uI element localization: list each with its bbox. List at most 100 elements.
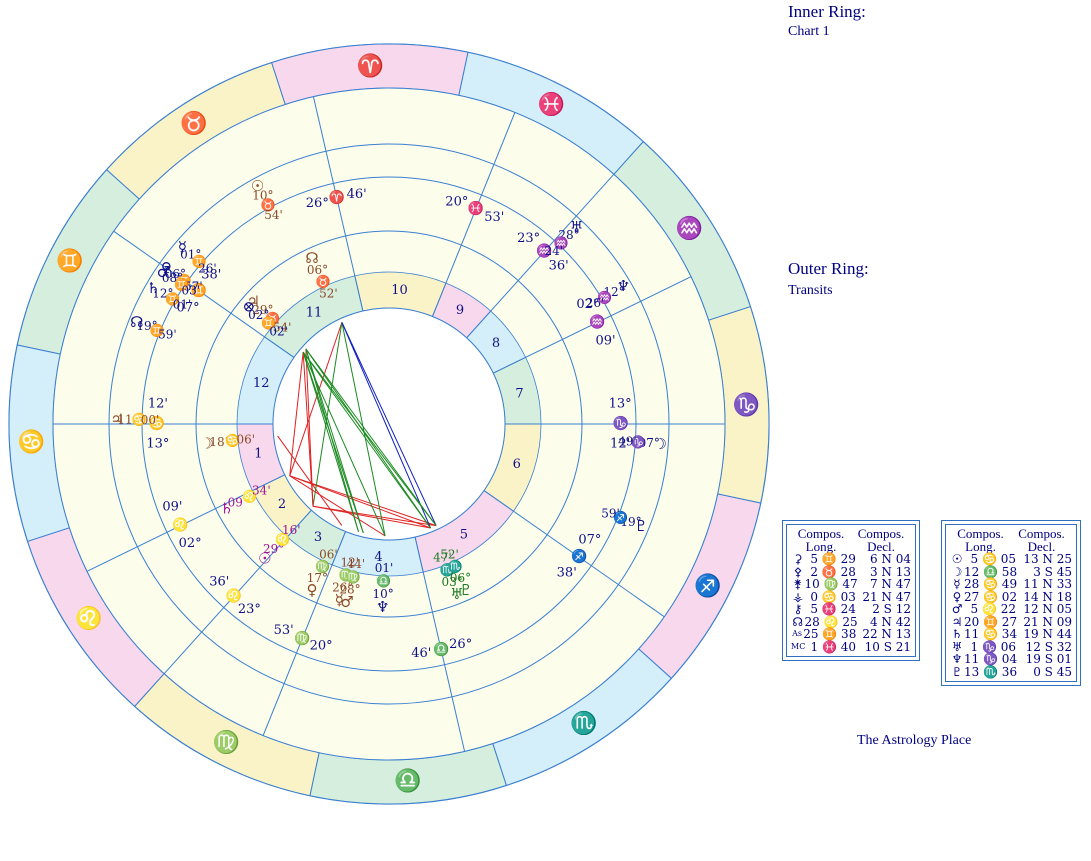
house-number: 9 (456, 303, 464, 318)
cell-longitude: 5 ♊ 29 (810, 552, 856, 566)
table-row: ☉ 5 ♋ 05 13 N 25 (950, 553, 1072, 566)
cell-glyph: ☉ (951, 552, 963, 566)
planet-sign: ♎ (376, 574, 391, 588)
cusp-minute: 53' (274, 623, 294, 638)
planet-min: 52' (440, 548, 459, 562)
cusp-sign: ♈ (329, 189, 345, 205)
table-row: As 25 ♊ 38 22 N 13 (791, 628, 911, 641)
planet-min: 54' (264, 208, 283, 222)
planet-min: 34' (252, 484, 271, 498)
cell-glyph: ♄ (951, 627, 963, 641)
house-number: 1 (254, 447, 262, 462)
house-number: 8 (492, 336, 500, 351)
cusp-degree: 13° (609, 396, 632, 411)
cell-longitude: 5 ♓ 24 (810, 602, 856, 616)
zodiac-sign-glyph: ♏ (570, 711, 597, 737)
cell-glyph: ⚳ (793, 552, 803, 566)
cell-declination: 10 S 21 (864, 639, 911, 654)
house-number: 12 (253, 376, 270, 391)
table1-header: Compos. Long. Compos. Decl. (791, 527, 911, 553)
footer-credit: The Astrology Place (857, 733, 972, 748)
cusp-degree: 20° (445, 195, 468, 210)
composite-table-2: Compos. Long. Compos. Decl. ☉ 5 ♋ 05 13 N 25… (941, 520, 1081, 686)
cusp-minute: 36' (209, 575, 229, 590)
cusp-sign: ♌ (226, 588, 242, 604)
cusp-degree: 02° (179, 536, 202, 551)
cell-longitude: 5 ♌ 22 (970, 602, 1017, 616)
astrology-wheel: ♈♉♊♋♌♍♎♏♐♑♒♓12345678910111213°♋12'02°♌09… (8, 43, 770, 805)
table-row: MC 1 ♓ 40 10 S 21 (791, 639, 911, 654)
table-row: ♆ 11 ♑ 04 19 S 01 (950, 653, 1072, 666)
cell-declination: 22 N 13 (862, 627, 911, 641)
cusp-sign: ♌ (172, 517, 188, 533)
planet-min: 26' (198, 262, 217, 276)
planet-min: 16' (282, 523, 301, 537)
cell-longitude: 13 ♏ 36 (963, 664, 1018, 679)
zodiac-sign-glyph: ♈ (357, 53, 384, 79)
cusp-minute: 09' (596, 333, 616, 348)
zodiac-sign-glyph: ♒ (676, 216, 703, 242)
cell-glyph: ♇ (951, 664, 963, 679)
cusp-degree: 23° (238, 602, 261, 617)
cusp-degree: 13° (146, 437, 169, 452)
cell-longitude: 11 ♋ 34 (963, 627, 1018, 641)
cusp-minute: 38' (557, 566, 577, 581)
planet-min: 52' (319, 286, 338, 300)
house-number: 10 (391, 283, 408, 298)
planet-min: 24' (545, 244, 564, 258)
cell-declination: 2 S 12 (872, 602, 911, 616)
planet-min: 44' (347, 557, 366, 571)
cusp-degree: 20° (310, 638, 333, 653)
zodiac-sign-glyph: ♐ (694, 573, 721, 599)
planet-min: 06' (237, 432, 256, 446)
cell-longitude: 5 ♋ 05 (970, 552, 1017, 566)
cusp-minute: 36' (549, 258, 569, 273)
planet-min: 06' (319, 548, 338, 562)
house-number: 11 (306, 305, 323, 320)
cell-declination: 7 N 47 (869, 577, 911, 591)
cusp-minute: 09' (162, 500, 182, 515)
cell-glyph: ☿ (953, 577, 961, 591)
cell-declination: 12 N 05 (1023, 602, 1072, 616)
cell-glyph: ♆ (951, 652, 963, 666)
house-number: 7 (515, 386, 523, 401)
planet-min: 03' (181, 284, 200, 298)
planet-sign: ♍ (345, 570, 360, 584)
cell-declination: 19 S 01 (1025, 652, 1072, 666)
cusp-minute: 46' (347, 187, 367, 202)
table-row: ♂ 5 ♌ 22 12 N 05 (950, 603, 1072, 616)
planet-deg: 28° (339, 582, 360, 596)
cusp-degree: 07° (578, 533, 601, 548)
house-number: 5 (460, 528, 468, 543)
cell-declination: 19 N 44 (1023, 627, 1072, 641)
inner-ring-name: Chart 1 (788, 24, 830, 39)
cusp-sign: ♑ (613, 416, 629, 432)
planet-min: 01' (375, 561, 394, 575)
table-row: ♄ 11 ♋ 34 19 N 44 (950, 628, 1072, 641)
cusp-minute: 46' (411, 646, 431, 661)
composite-table-1: Compos. Long. Compos. Decl. ⚳ 5 ♊ 29 6 N 04 ⚴… (782, 520, 920, 661)
planet-deg: 10° (372, 587, 393, 601)
cell-longitude: 25 ♊ 38 (803, 627, 857, 641)
zodiac-sign-glyph: ♓ (538, 92, 565, 118)
zodiac-sign-glyph: ♍ (213, 729, 240, 755)
zodiac-sign-glyph: ♊ (56, 248, 83, 274)
cell-longitude: 28 ♋ 49 (963, 577, 1018, 591)
cell-declination: 6 N 04 (869, 552, 911, 566)
planet-min: 01' (173, 298, 192, 312)
planet-min: 59' (601, 507, 620, 521)
planet-min: 02' (269, 325, 288, 339)
zodiac-sign-glyph: ♋ (18, 429, 45, 455)
house-number: 3 (314, 530, 322, 545)
table-row: ⚵ 10 ♍ 47 7 N 47 (791, 578, 911, 591)
cusp-sign: ♎ (433, 642, 449, 658)
house-number: 6 (513, 457, 521, 472)
outer-ring-name: Transits (788, 283, 833, 298)
cell-declination: 11 N 33 (1023, 577, 1072, 591)
inner-ring-heading: Inner Ring: (788, 2, 866, 21)
table-row: ⚳ 5 ♊ 29 6 N 04 (791, 553, 911, 566)
cusp-sign: ♍ (294, 631, 310, 647)
cell-declination: 0 S 45 (1033, 664, 1072, 679)
cusp-minute: 12' (148, 396, 168, 411)
zodiac-sign-glyph: ♉ (180, 110, 207, 136)
